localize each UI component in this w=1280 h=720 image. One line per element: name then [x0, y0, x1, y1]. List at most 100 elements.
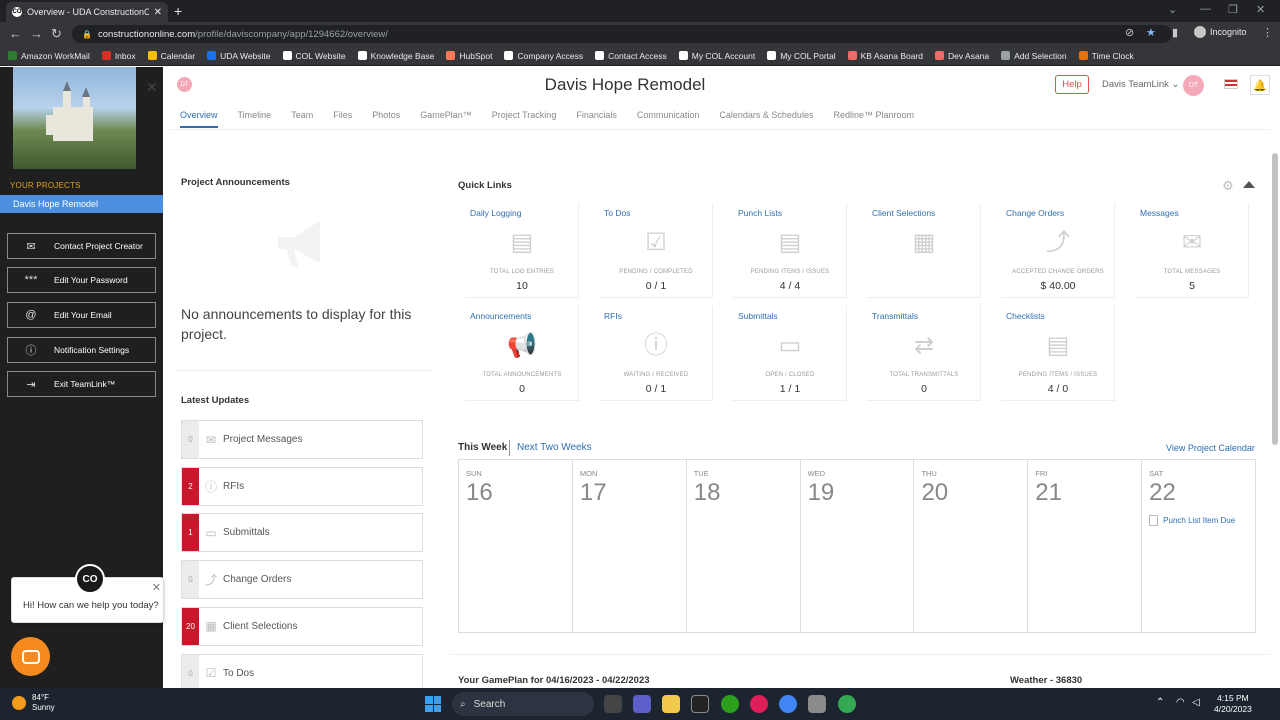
bookmark-item[interactable]: Amazon WorkMail: [8, 51, 90, 61]
quick-link-card[interactable]: To Dos ☑ PENDING / COMPLETED 0 / 1: [599, 203, 713, 298]
menu-icon[interactable]: ⋮: [1262, 26, 1273, 39]
chrome-incognito-icon[interactable]: [838, 695, 856, 713]
bookmark-item[interactable]: Knowledge Base: [357, 51, 434, 61]
tab-4[interactable]: Photos: [372, 110, 400, 128]
calendar-day[interactable]: FRI 21: [1028, 460, 1143, 632]
taskbar-search[interactable]: ⌕ Search: [452, 692, 594, 716]
tab-2[interactable]: Team: [291, 110, 313, 128]
quick-link-name[interactable]: Punch Lists: [738, 208, 782, 218]
bookmark-star-icon[interactable]: ★: [1146, 26, 1156, 39]
update-row[interactable]: 0 ✉ Project Messages: [181, 420, 423, 459]
bookmark-item[interactable]: HubSpot: [446, 51, 492, 61]
quick-link-name[interactable]: RFIs: [604, 311, 622, 321]
close-chat-icon[interactable]: ✕: [152, 581, 161, 594]
new-tab-icon[interactable]: +: [174, 3, 182, 19]
help-button[interactable]: Help: [1055, 75, 1089, 94]
bookmark-item[interactable]: UDA Website: [207, 51, 271, 61]
update-row[interactable]: 0 ☑ To Dos: [181, 653, 423, 693]
collapse-icon[interactable]: [1243, 181, 1255, 188]
project-item-selected[interactable]: Davis Hope Remodel: [0, 195, 163, 213]
weather-widget[interactable]: 84°F Sunny: [12, 693, 55, 713]
quick-link-card[interactable]: Messages ✉ TOTAL MESSAGES 5: [1135, 203, 1249, 298]
quick-link-card[interactable]: Daily Logging ▤ TOTAL LOG ENTRIES 10: [465, 203, 579, 298]
quick-link-name[interactable]: Daily Logging: [470, 208, 522, 218]
quick-link-name[interactable]: Checklists: [1006, 311, 1045, 321]
task-view-icon[interactable]: [604, 695, 622, 713]
tab-1[interactable]: Timeline: [238, 110, 272, 128]
left-button-3[interactable]: ⓘ Notification Settings: [7, 337, 156, 363]
browser-tab[interactable]: CO Overview - UDA ConstructionOn ✕: [6, 2, 168, 22]
quick-link-card[interactable]: Change Orders ⤴ ACCEPTED CHANGE ORDERS $ 40…: [1001, 203, 1115, 298]
scrollbar[interactable]: [1272, 153, 1278, 445]
bookmark-item[interactable]: Inbox: [101, 51, 136, 61]
window-close-icon[interactable]: ✕: [1256, 3, 1265, 16]
tab-7[interactable]: Financials: [576, 110, 617, 128]
col-app-icon[interactable]: [691, 695, 709, 713]
forward-icon[interactable]: →: [30, 26, 43, 41]
minimize-icon[interactable]: —: [1200, 3, 1211, 15]
tab-6[interactable]: Project Tracking: [492, 110, 557, 128]
left-button-2[interactable]: @ Edit Your Email: [7, 302, 156, 328]
back-icon[interactable]: ←: [9, 26, 22, 41]
quick-link-card[interactable]: Transmittals ⇄ TOTAL TRANSMITTALS 0: [867, 306, 981, 401]
user-avatar[interactable]: DT: [1183, 75, 1204, 96]
quick-link-name[interactable]: Transmittals: [872, 311, 918, 321]
this-week-tab[interactable]: This Week: [458, 442, 507, 453]
calendar-day[interactable]: THU 20: [914, 460, 1029, 632]
teamlink-dropdown[interactable]: Davis TeamLink ⌄: [1102, 79, 1180, 90]
next-two-weeks-tab[interactable]: Next Two Weeks: [517, 442, 592, 453]
tab-3[interactable]: Files: [333, 110, 352, 128]
close-panel-icon[interactable]: ✕: [146, 79, 158, 96]
quick-link-card[interactable]: Submittals ▭ OPEN / CLOSED 1 / 1: [733, 306, 847, 401]
bookmark-item[interactable]: Add Selection: [1001, 51, 1067, 61]
wifi-icon[interactable]: ◠: [1176, 697, 1185, 708]
tray-chevron-icon[interactable]: ⌃: [1156, 697, 1164, 708]
volume-icon[interactable]: ◁: [1192, 697, 1200, 708]
windows-start-icon[interactable]: [425, 696, 441, 712]
bookmark-item[interactable]: KB Asana Board: [847, 51, 923, 61]
reload-icon[interactable]: ↻: [51, 26, 62, 42]
quick-link-name[interactable]: Announcements: [470, 311, 531, 321]
quick-link-name[interactable]: Submittals: [738, 311, 778, 321]
bookmark-item[interactable]: My COL Account: [678, 51, 755, 61]
calendar-day[interactable]: SAT 22 Punch List Item Due: [1142, 460, 1255, 632]
sidepanel-icon[interactable]: ▮: [1172, 26, 1178, 39]
us-flag-icon[interactable]: [1224, 79, 1238, 89]
bookmark-item[interactable]: COL Website: [282, 51, 346, 61]
update-row[interactable]: 0 ⤴ Change Orders: [181, 560, 423, 600]
avatar[interactable]: DT: [177, 77, 192, 92]
teams-icon[interactable]: [633, 695, 651, 713]
bookmark-item[interactable]: Calendar: [147, 51, 195, 61]
gear-icon[interactable]: ⚙: [1222, 178, 1234, 194]
quick-link-card[interactable]: Checklists ▤ PENDING ITEMS / ISSUES 4 / 0: [1001, 306, 1115, 401]
update-row[interactable]: 20 ▦ Client Selections: [181, 606, 423, 646]
clock[interactable]: 4:15 PM 4/20/2023: [1214, 693, 1252, 715]
quick-link-card[interactable]: Client Selections ▦: [867, 203, 981, 298]
chrome-icon[interactable]: [779, 695, 797, 713]
close-tab-icon[interactable]: ✕: [154, 7, 162, 18]
quick-link-name[interactable]: Client Selections: [872, 208, 935, 218]
tab-search-icon[interactable]: ⌄: [1168, 3, 1177, 16]
quick-link-name[interactable]: To Dos: [604, 208, 630, 218]
url-bar[interactable]: 🔒 constructiononline.com/profile/davisco…: [72, 25, 1172, 43]
calendar-day[interactable]: TUE 18: [687, 460, 801, 632]
tab-5[interactable]: GamePlan™: [420, 110, 472, 128]
tab-8[interactable]: Communication: [637, 110, 700, 128]
bookmark-item[interactable]: Dev Asana: [935, 51, 989, 61]
quick-link-name[interactable]: Change Orders: [1006, 208, 1064, 218]
quick-link-name[interactable]: Messages: [1140, 208, 1179, 218]
bookmark-item[interactable]: Contact Access: [595, 51, 667, 61]
tab-9[interactable]: Calendars & Schedules: [719, 110, 813, 128]
update-row[interactable]: 1 ▭ Submittals: [181, 513, 423, 553]
calendar-event[interactable]: Punch List Item Due: [1149, 515, 1235, 526]
quick-link-card[interactable]: Announcements 📢 TOTAL ANNOUNCEMENTS 0: [465, 306, 579, 401]
restore-icon[interactable]: ❐: [1228, 3, 1238, 16]
tab-0[interactable]: Overview: [180, 110, 218, 128]
left-button-1[interactable]: *** Edit Your Password: [7, 267, 156, 293]
calculator-icon[interactable]: [808, 695, 826, 713]
calendar-day[interactable]: MON 17: [573, 460, 687, 632]
chat-launcher-button[interactable]: [11, 637, 50, 676]
tab-10[interactable]: Redline™ Planroom: [833, 110, 914, 128]
quickbooks-icon[interactable]: [721, 695, 739, 713]
bookmark-item[interactable]: My COL Portal: [767, 51, 836, 61]
